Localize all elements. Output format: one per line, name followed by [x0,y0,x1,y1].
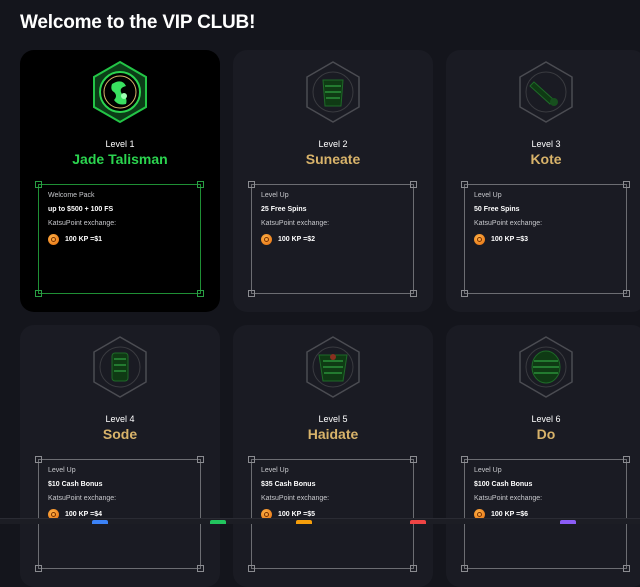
corner-ornament [197,290,204,297]
level-label: Level 5 [318,414,348,424]
vip-level-card-3[interactable]: Level 3 Kote Level Up 50 Free Spins Kats… [446,50,640,312]
exchange-rate: 100 KP =$2 [278,235,316,243]
tier-name: Kote [530,151,562,167]
jade-talisman-emblem-icon [93,60,147,124]
level-label: Level 2 [318,139,348,149]
katsupoint-coin-icon [261,233,272,245]
vip-level-card-1[interactable]: Level 1 Jade Talisman Welcome Pack up to… [20,50,220,312]
vip-level-card-5[interactable]: Level 5 Haidate Level Up $35 Cash Bonus … [233,325,433,587]
benefit-value: up to $500 + 100 FS [48,206,114,213]
benefit-label: Level Up [474,467,502,474]
suneate-emblem-icon [306,61,360,123]
exchange-label: KatsuPoint exchange: [48,220,117,227]
exchange-rate: 100 KP =$1 [65,235,103,243]
vip-level-card-4[interactable]: Level 4 Sode Level Up $10 Cash Bonus Kat… [20,325,220,587]
exchange-rate: 100 KP =$3 [491,235,529,243]
kote-emblem-icon [519,61,573,123]
page-title: Welcome to the VIP CLUB! [20,12,256,33]
exchange-rate-row: 100 KP =$2 [261,233,315,245]
exchange-label: KatsuPoint exchange: [474,220,543,227]
benefit-box: Level Up $100 Cash Bonus KatsuPoint exch… [461,456,630,572]
tier-name: Sode [102,426,138,442]
level-label: Level 4 [105,414,135,424]
taskbar-icon[interactable] [210,520,226,524]
taskbar-icon[interactable] [560,520,576,524]
corner-ornament [35,565,42,572]
corner-ornament [248,565,255,572]
corner-ornament [197,456,204,463]
benefit-value: 50 Free Spins [474,206,520,213]
corner-ornament [461,181,468,188]
corner-ornament [35,456,42,463]
corner-ornament [35,290,42,297]
level-label: Level 1 [105,139,135,149]
katsupoint-coin-icon [474,233,485,245]
benefit-label: Level Up [261,192,289,199]
taskbar-icon[interactable] [92,520,108,524]
sode-emblem-icon [93,336,147,398]
corner-ornament [248,181,255,188]
exchange-label: KatsuPoint exchange: [48,495,117,502]
vip-level-card-6[interactable]: Level 6 Do Level Up $100 Cash Bonus Kats… [446,325,640,587]
benefit-value: $35 Cash Bonus [261,481,316,488]
benefit-value: 25 Free Spins [261,206,307,213]
corner-ornament [410,181,417,188]
corner-ornament [410,290,417,297]
corner-ornament [410,456,417,463]
benefit-box: Level Up 25 Free Spins KatsuPoint exchan… [248,181,417,297]
benefit-box: Level Up 50 Free Spins KatsuPoint exchan… [461,181,630,297]
level-label: Level 3 [531,139,561,149]
tier-name: Do [536,426,556,442]
corner-ornament [623,290,630,297]
exchange-rate-row: 100 KP =$3 [474,233,528,245]
exchange-label: KatsuPoint exchange: [261,220,330,227]
corner-ornament [410,565,417,572]
tier-name: Suneate [305,151,361,167]
level-label: Level 6 [531,414,561,424]
benefit-value: $100 Cash Bonus [474,481,533,488]
vip-level-card-2[interactable]: Level 2 Suneate Level Up 25 Free Spins K… [233,50,433,312]
corner-ornament [461,290,468,297]
benefit-value: $10 Cash Bonus [48,481,103,488]
corner-ornament [248,290,255,297]
benefit-label: Level Up [48,467,76,474]
taskbar-icon[interactable] [296,520,312,524]
benefit-box: Welcome Pack up to $500 + 100 FS KatsuPo… [35,181,204,297]
exchange-label: KatsuPoint exchange: [261,495,330,502]
benefit-box: Level Up $35 Cash Bonus KatsuPoint excha… [248,456,417,572]
benefit-label: Welcome Pack [48,192,95,199]
corner-ornament [35,181,42,188]
benefit-box: Level Up $10 Cash Bonus KatsuPoint excha… [35,456,204,572]
katsupoint-coin-icon [48,233,59,245]
corner-ornament [197,565,204,572]
exchange-rate: 100 KP =$6 [491,510,529,518]
corner-ornament [248,456,255,463]
taskbar [0,518,640,524]
benefit-label: Level Up [261,467,289,474]
corner-ornament [197,181,204,188]
do-emblem-icon [519,336,573,398]
corner-ornament [623,181,630,188]
taskbar-icon[interactable] [410,520,426,524]
tier-name: Jade Talisman [72,151,168,167]
exchange-rate-row: 100 KP =$1 [48,233,102,245]
corner-ornament [623,456,630,463]
corner-ornament [461,565,468,572]
exchange-rate: 100 KP =$5 [278,510,316,518]
corner-ornament [461,456,468,463]
haidate-emblem-icon [306,336,360,398]
exchange-label: KatsuPoint exchange: [474,495,543,502]
corner-ornament [623,565,630,572]
benefit-label: Level Up [474,192,502,199]
exchange-rate: 100 KP =$4 [65,510,103,518]
tier-name: Haidate [307,426,359,442]
